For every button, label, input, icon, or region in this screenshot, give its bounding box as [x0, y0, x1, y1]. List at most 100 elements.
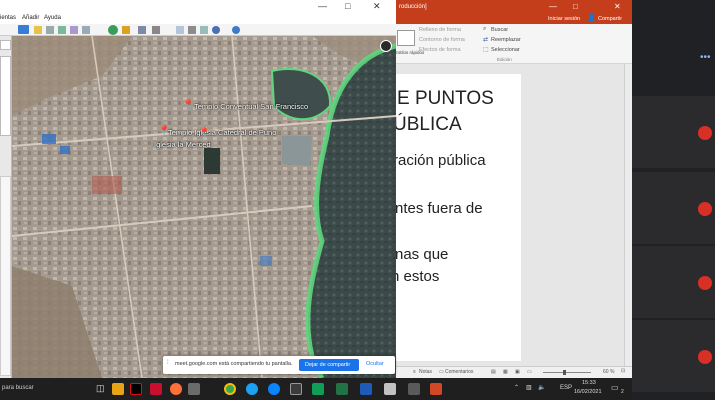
placemark-pin-icon[interactable]: 📍 [182, 100, 194, 111]
satellite-map[interactable]: 📍 Templo Conventual San Francisco 📍 Temp… [12, 36, 396, 378]
clock-date[interactable]: 16/02/2021 [574, 389, 602, 395]
email-icon[interactable] [176, 26, 184, 34]
hide-button[interactable]: Ocultar [366, 361, 384, 367]
polygon-icon[interactable] [46, 26, 54, 34]
places-panel[interactable] [0, 56, 11, 136]
earth-sidebar-strip[interactable] [0, 36, 12, 378]
ppt-maximize-icon[interactable]: □ [573, 2, 578, 11]
more-options-icon[interactable]: ••• [700, 52, 711, 63]
save-image-icon[interactable] [200, 26, 208, 34]
zoom-slider[interactable] [543, 372, 591, 373]
earth-toolbar [0, 24, 396, 36]
maps-icon[interactable] [212, 26, 220, 34]
app-icon-green[interactable] [312, 383, 324, 395]
historical-imagery-icon[interactable] [108, 25, 118, 35]
fit-slide-icon[interactable]: ⊡ [621, 368, 625, 374]
ppt-ribbon: Estilos rápidos Relleno de forma Contorn… [395, 24, 632, 64]
taskbar-search-box[interactable]: para buscar [2, 385, 34, 391]
slide-bullet-2: ntes fuera de [395, 200, 483, 217]
slide-bullet-3: nas que [395, 246, 449, 263]
app-icon-slate[interactable] [408, 383, 420, 395]
sidebar-panel[interactable] [0, 40, 11, 50]
notification-count: 2 [621, 389, 624, 395]
ppt-status-bar: ≡ Notas ▭ Comentarios ▤ ▦ ▣ ▭ 60 % ⊡ [395, 366, 632, 378]
edge-icon[interactable] [268, 383, 280, 395]
clock-time[interactable]: 15:33 [582, 380, 596, 386]
find-button[interactable]: Buscar [491, 27, 508, 33]
network-icon[interactable]: ▥ [526, 384, 532, 391]
slide-bullet-1: ración pública [393, 152, 486, 169]
quick-styles-icon[interactable] [397, 30, 415, 46]
placemark-icon[interactable] [34, 26, 42, 34]
zoom-slider-thumb[interactable] [563, 370, 566, 375]
shape-effects-button[interactable]: Efectos de forma [419, 47, 461, 53]
tour-icon[interactable] [82, 26, 90, 34]
app-icon-gray[interactable] [188, 383, 200, 395]
notification-center-icon[interactable]: ▭ [611, 383, 619, 392]
powerpoint-icon[interactable] [430, 383, 442, 395]
participant-tile[interactable] [632, 246, 715, 318]
overlay-icon[interactable] [70, 26, 78, 34]
app-icon-blue[interactable] [246, 383, 258, 395]
notes-button[interactable]: Notas [419, 369, 432, 375]
shape-outline-button[interactable]: Contorno de forma [419, 37, 465, 43]
earth-menu-bar: ientas Añadir Ayuda [0, 14, 396, 24]
netflix-icon[interactable] [130, 383, 142, 395]
language-indicator[interactable]: ESP [560, 385, 572, 391]
reading-view-icon[interactable]: ▣ [515, 369, 520, 375]
drag-handle-icon[interactable]: ⁞ [167, 360, 169, 366]
participant-tile[interactable] [632, 172, 715, 244]
compass-icon[interactable] [380, 40, 392, 52]
earth-minimize-icon[interactable]: — [318, 1, 327, 11]
ppt-title-bar: roducción] Iniciar sesión 👤 Compartir — … [395, 0, 632, 24]
zoom-level[interactable]: 60 % [603, 369, 614, 375]
pin-label-catedral[interactable]: Templo Iglesia Catedral de Puno [168, 128, 276, 137]
excel-icon[interactable] [336, 383, 348, 395]
comments-button[interactable]: Comentarios [445, 369, 473, 375]
stop-sharing-button[interactable]: Dejar de compartir [299, 359, 359, 371]
print-icon[interactable] [188, 26, 196, 34]
ppt-scrollbar[interactable] [624, 64, 632, 366]
earth-maximize-icon[interactable]: □ [345, 1, 350, 11]
tray-chevron-icon[interactable]: ⌃ [514, 384, 519, 391]
ppt-close-icon[interactable]: ✕ [614, 2, 621, 11]
shape-fill-button[interactable]: Relleno de forma [419, 27, 461, 33]
sorter-view-icon[interactable]: ▦ [503, 369, 508, 375]
ruler-icon[interactable] [152, 26, 160, 34]
volume-icon[interactable]: 🔈 [538, 384, 545, 391]
layers-panel[interactable] [0, 176, 11, 376]
menu-tools[interactable]: ientas [0, 15, 16, 21]
sidebar-toggle-icon[interactable] [18, 25, 29, 34]
slideshow-view-icon[interactable]: ▭ [527, 369, 532, 375]
participant-tile[interactable] [632, 96, 715, 168]
menu-add[interactable]: Añadir [22, 15, 39, 21]
slide-title-line1: E PUNTOS [397, 88, 494, 109]
app-icon-navy[interactable] [360, 383, 372, 395]
ppt-minimize-icon[interactable]: — [549, 2, 557, 11]
participant-tile[interactable] [632, 320, 715, 392]
replace-button[interactable]: Reemplazar [491, 37, 521, 43]
map-imagery[interactable] [12, 36, 396, 378]
select-button[interactable]: Seleccionar [491, 47, 520, 53]
sun-icon[interactable] [122, 26, 130, 34]
signin-link[interactable]: Iniciar sesión [548, 16, 580, 22]
path-icon[interactable] [58, 26, 66, 34]
slide[interactable]: E PUNTOS ÚBLICA ración pública ntes fuer… [391, 74, 521, 361]
placemark-pin-icon[interactable]: 📍 [198, 128, 210, 139]
app-icon-dark[interactable] [290, 383, 302, 395]
file-explorer-icon[interactable] [112, 383, 124, 395]
pin-label-san-francisco[interactable]: Templo Conventual San Francisco [194, 102, 308, 111]
planet-icon[interactable] [138, 26, 146, 34]
normal-view-icon[interactable]: ▤ [491, 369, 496, 375]
app-icon-light[interactable] [384, 383, 396, 395]
pin-label-merced[interactable]: Iglesia la Merced [154, 140, 211, 149]
app-icon-red[interactable] [150, 383, 162, 395]
earth-close-icon[interactable]: ✕ [373, 1, 381, 12]
ppt-share-button[interactable]: Compartir [598, 16, 622, 22]
task-view-icon[interactable]: ◫ [96, 383, 105, 394]
chrome-icon[interactable] [224, 383, 236, 395]
firefox-icon[interactable] [170, 383, 182, 395]
share-icon[interactable]: 👤 [587, 14, 596, 22]
earth-globe-icon[interactable] [232, 26, 240, 34]
menu-help[interactable]: Ayuda [44, 15, 61, 21]
